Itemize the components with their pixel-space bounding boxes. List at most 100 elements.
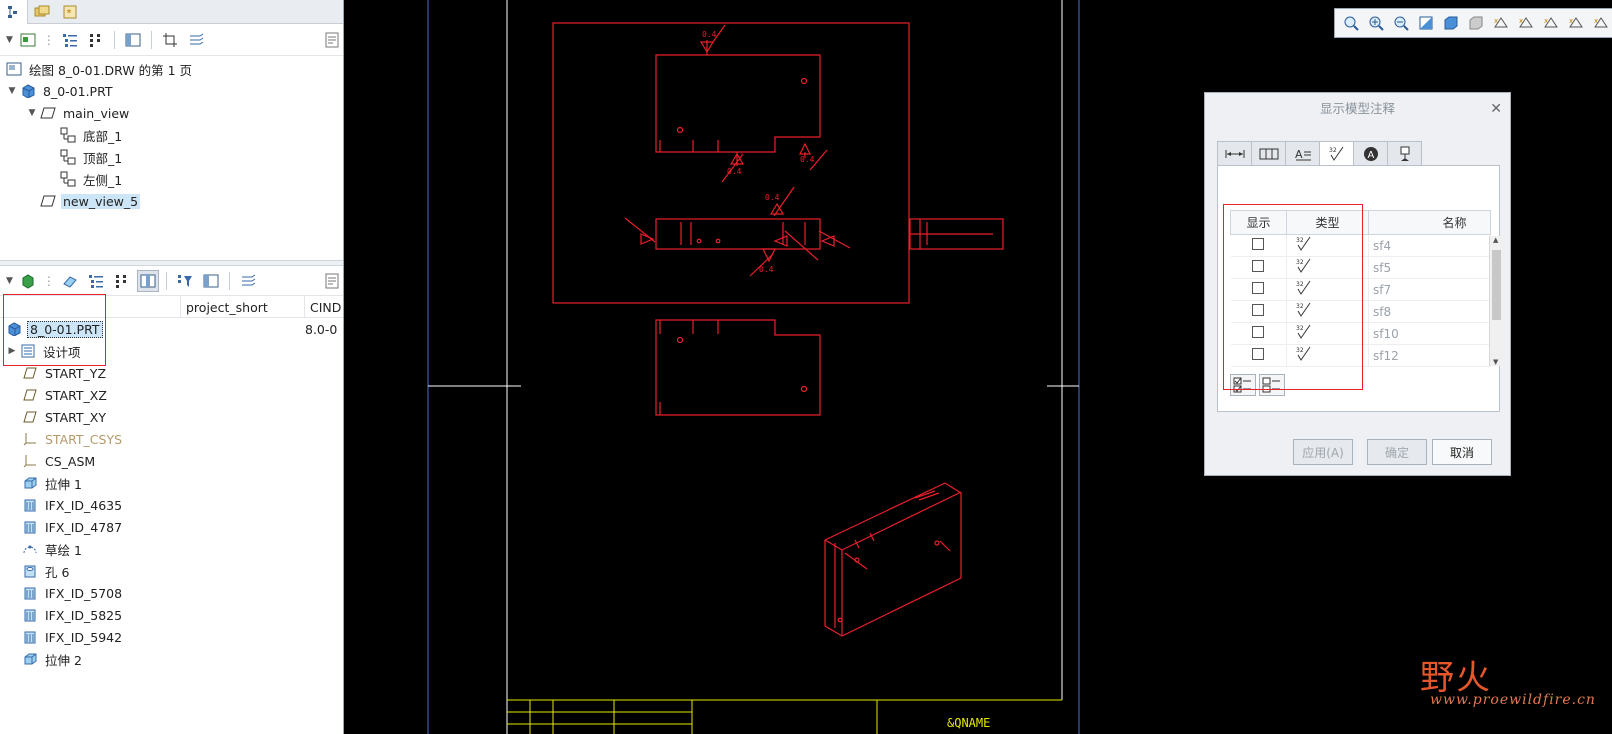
feature-label: 草绘 1 bbox=[45, 542, 82, 558]
scroll-up-icon[interactable]: ▲ bbox=[1493, 236, 1498, 244]
columns-toggle-button[interactable] bbox=[136, 269, 159, 292]
shading-button[interactable] bbox=[1439, 11, 1463, 35]
tree-item-feature[interactable]: 孔 6 bbox=[0, 560, 343, 582]
columns-button[interactable] bbox=[122, 29, 144, 51]
csys-display-button[interactable]: x bbox=[1589, 11, 1612, 35]
part-cind-value: 8.0-0 bbox=[305, 321, 338, 337]
feature-label: IFX_ID_4787 bbox=[45, 519, 123, 535]
tab-datums[interactable] bbox=[1387, 141, 1422, 165]
tree-item-feature[interactable]: START_XZ bbox=[0, 384, 343, 406]
arrow-down-icon[interactable]: ▼ bbox=[6, 35, 13, 45]
layers-icon bbox=[189, 33, 204, 44]
zoom-out-button[interactable] bbox=[1389, 11, 1413, 35]
tree-item-feature[interactable]: IFX_ID_4635 bbox=[0, 494, 343, 516]
roughness-label: 0.4 bbox=[765, 193, 780, 202]
projection-view-icon bbox=[60, 149, 76, 165]
shading-icon bbox=[1444, 16, 1458, 30]
drawing-icon bbox=[20, 33, 36, 46]
expand-tree-button[interactable] bbox=[85, 270, 107, 292]
tree-item-new-view[interactable]: new_view_5 bbox=[0, 190, 343, 212]
collapse-arrow-icon[interactable]: ▼ bbox=[26, 108, 38, 118]
surface-finish-icon: 32 bbox=[1329, 146, 1343, 161]
datum-display-button[interactable]: x bbox=[1489, 11, 1513, 35]
tree-item-feature[interactable]: IFX_ID_5825 bbox=[0, 604, 343, 626]
tree-item-feature[interactable]: IFX_ID_5708 bbox=[0, 582, 343, 604]
tree-item-view-top[interactable]: 顶部_1 bbox=[0, 146, 343, 168]
svg-text:x: x bbox=[1519, 17, 1523, 25]
svg-text:*: * bbox=[67, 8, 72, 19]
crop-icon bbox=[162, 32, 177, 47]
tab-notes[interactable]: A bbox=[1285, 141, 1320, 165]
gtol-icon bbox=[1259, 148, 1278, 159]
tree-item-feature[interactable]: START_XY bbox=[0, 406, 343, 428]
model-select-button[interactable] bbox=[17, 270, 39, 292]
layers-button[interactable] bbox=[185, 29, 207, 51]
tree-item-view-left[interactable]: 左侧_1 bbox=[0, 168, 343, 190]
collapse-tree-button[interactable] bbox=[111, 270, 133, 292]
tree-item-view-bottom[interactable]: 底部_1 bbox=[0, 124, 343, 146]
show-button[interactable] bbox=[59, 270, 81, 292]
folder-browser-tab[interactable] bbox=[28, 0, 56, 24]
favorites-tab[interactable]: * bbox=[56, 0, 84, 24]
repaint-button[interactable] bbox=[1414, 11, 1438, 35]
symbol-icon: A bbox=[1363, 146, 1378, 161]
tab-dimensions[interactable] bbox=[1217, 141, 1252, 165]
tab-symbols[interactable]: A bbox=[1353, 141, 1388, 165]
tree-icon bbox=[7, 5, 17, 18]
tree-item-feature[interactable]: IFX_ID_4787 bbox=[0, 516, 343, 538]
scroll-down-icon[interactable]: ▼ bbox=[1493, 358, 1498, 366]
part-icon bbox=[22, 273, 34, 289]
apply-button[interactable]: 应用(A) bbox=[1293, 439, 1353, 465]
close-icon[interactable]: ✕ bbox=[1490, 93, 1502, 125]
hole-icon bbox=[22, 563, 38, 579]
layers-button[interactable] bbox=[237, 270, 259, 292]
svg-text:32: 32 bbox=[1329, 147, 1337, 154]
header-name[interactable]: 名称 bbox=[1368, 210, 1491, 235]
favorites-icon: * bbox=[63, 5, 77, 19]
tree-item-feature[interactable]: CS_ASM bbox=[0, 450, 343, 472]
tree-item-feature[interactable]: 草绘 1 bbox=[0, 538, 343, 560]
settings-doc-icon bbox=[325, 32, 339, 47]
zoom-in-button[interactable] bbox=[1364, 11, 1388, 35]
table-scrollbar[interactable]: ▲ ▼ bbox=[1489, 236, 1503, 366]
show-drawing-tree-button[interactable] bbox=[17, 29, 39, 51]
annotation-name: sf12 bbox=[1368, 344, 1491, 367]
datum-plane-icon bbox=[22, 365, 38, 381]
collapse-arrow-icon[interactable]: ▼ bbox=[6, 86, 18, 96]
point-display-button[interactable]: x bbox=[1564, 11, 1588, 35]
roughness-label: 0.4 bbox=[800, 155, 815, 164]
model-tree-tab[interactable] bbox=[0, 0, 28, 24]
watermark: 野火 www.proewildfire.cn bbox=[1420, 650, 1595, 708]
feature-tree: 8_0-01.PRT 8.0-0 ▶ 设计项 START_YZ START_XZ S… bbox=[0, 318, 343, 670]
arrow-down-icon[interactable]: ▼ bbox=[6, 276, 13, 286]
tab-surface-finish[interactable]: 32 bbox=[1319, 141, 1354, 166]
zoom-fit-button[interactable] bbox=[1339, 11, 1363, 35]
tree-item-drawing-sheet[interactable]: 绘图 8_0-01.DRW 的第 1 页 bbox=[0, 58, 343, 80]
column-cind[interactable]: CIND bbox=[304, 296, 343, 317]
column-project-short[interactable]: project_short bbox=[180, 296, 304, 317]
tab-gtol[interactable] bbox=[1251, 141, 1286, 165]
left-panel: * ▼ ⋮ 绘图 8_0-01.DRW 的第 1 页 ▼ 8_0-01.PRT … bbox=[0, 0, 344, 734]
collapse-tree-button[interactable] bbox=[85, 29, 107, 51]
scroll-thumb[interactable] bbox=[1492, 250, 1501, 320]
tree-item-feature[interactable]: 拉伸 2 bbox=[0, 648, 343, 670]
tree-settings-button[interactable] bbox=[321, 270, 343, 292]
columns-button[interactable] bbox=[200, 270, 222, 292]
ok-button[interactable]: 确定 bbox=[1367, 439, 1427, 465]
crop-button[interactable] bbox=[159, 29, 181, 51]
feature-label: START_YZ bbox=[45, 365, 107, 381]
plane-display-button[interactable]: x bbox=[1514, 11, 1538, 35]
tree-item-feature[interactable]: 拉伸 1 bbox=[0, 472, 343, 494]
tree-item-part[interactable]: ▼ 8_0-01.PRT bbox=[0, 80, 343, 102]
svg-text:x: x bbox=[1494, 17, 1498, 25]
filter-button[interactable] bbox=[174, 270, 196, 292]
tree-item-main-view[interactable]: ▼ main_view bbox=[0, 102, 343, 124]
tree-item-feature[interactable]: START_CSYS bbox=[0, 428, 343, 450]
axis-display-button[interactable]: x bbox=[1539, 11, 1563, 35]
tree-settings-button[interactable] bbox=[321, 29, 343, 51]
dimension-icon bbox=[1225, 149, 1244, 158]
cancel-button[interactable]: 取消 bbox=[1432, 439, 1492, 465]
tree-item-feature[interactable]: IFX_ID_5942 bbox=[0, 626, 343, 648]
display-style-button[interactable] bbox=[1464, 11, 1488, 35]
expand-tree-button[interactable] bbox=[59, 29, 81, 51]
